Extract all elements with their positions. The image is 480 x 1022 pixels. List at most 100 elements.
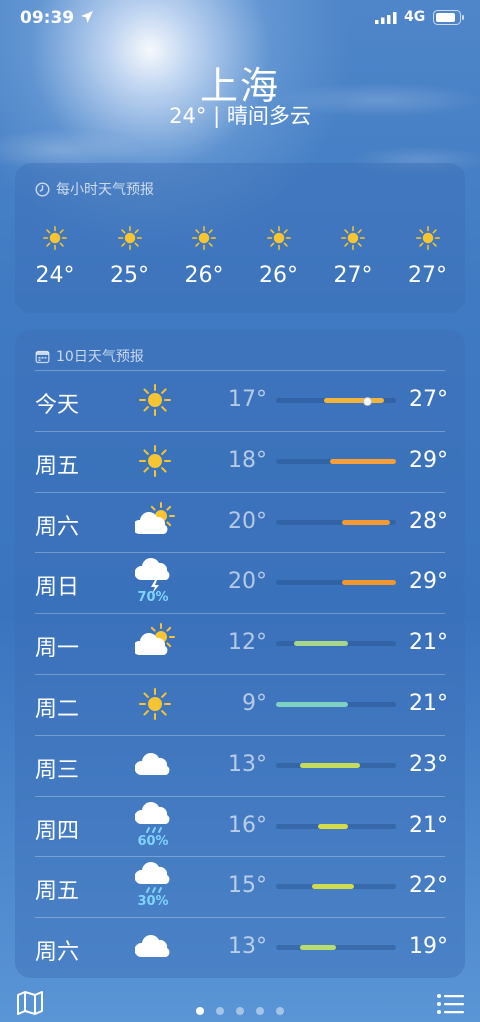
city-list-icon[interactable] [436, 992, 464, 1016]
partly-cloudy-icon [132, 623, 175, 663]
low-temp: 16° [228, 812, 267, 838]
low-temp: 13° [228, 934, 267, 960]
page-dot[interactable] [276, 1007, 284, 1015]
day-name: 周日 [35, 575, 80, 601]
temp-range-fill [342, 580, 396, 586]
row-divider [35, 674, 445, 675]
hourly-temp: 26° [259, 263, 298, 288]
day-name: 周六 [35, 940, 80, 966]
cellular-signal-icon [375, 12, 397, 24]
hourly-forecast-card[interactable]: 每小时天气预报 24° 25° 26° 26° 27° 27° [15, 163, 465, 313]
temp-range-fill [312, 884, 354, 890]
temp-range-bar [276, 641, 396, 647]
ten-day-forecast-card[interactable]: 10日天气预报 今天 17° 27° 周五 18° 29° 周六 20° 28° [15, 330, 465, 978]
sun-icon [189, 223, 219, 253]
day-name: 周五 [35, 453, 80, 479]
day-name: 今天 [35, 393, 80, 418]
daily-header: 10日天气预报 [35, 346, 144, 366]
low-temp: 12° [228, 630, 267, 656]
high-temp: 19° [409, 934, 448, 960]
page-dot[interactable] [196, 1007, 204, 1015]
daily-row[interactable]: 周一 12° 21° [15, 613, 465, 673]
row-divider [35, 430, 445, 432]
low-temp: 18° [228, 447, 267, 473]
status-time: 09:39 [20, 8, 75, 28]
daily-row[interactable]: 周五 18° 29° [15, 430, 465, 491]
low-temp: 13° [228, 751, 267, 777]
daily-row[interactable]: 周日 70% 20° 29° [15, 552, 465, 612]
temp-range-bar [276, 945, 396, 951]
daily-row[interactable]: 周四 60% 16° 21° [15, 795, 465, 856]
hourly-temp: 24° [35, 263, 75, 288]
low-temp: 20° [228, 569, 267, 595]
daily-row[interactable]: 周五 30% 15° 22° [15, 856, 465, 916]
hourly-item: 26° [174, 203, 234, 288]
high-temp: 21° [409, 812, 448, 838]
daily-header-label: 10日天气预报 [56, 349, 144, 365]
hourly-temp: 25° [110, 263, 149, 288]
temp-range-bar [276, 397, 396, 406]
low-temp: 20° [228, 508, 267, 534]
temp-range-fill [342, 519, 390, 525]
row-divider [35, 734, 445, 736]
bottom-toolbar [0, 980, 480, 1022]
sun-icon [40, 223, 70, 253]
current-summary: 24° | 晴间多云 [169, 104, 311, 128]
cloud-icon [134, 745, 175, 785]
daily-row[interactable]: 周三 13° 23° [15, 734, 465, 795]
page-dot[interactable] [216, 1007, 224, 1015]
day-name: 周一 [35, 636, 80, 662]
high-temp: 21° [409, 691, 448, 716]
daily-row[interactable]: 周六 20° 28° [15, 491, 465, 552]
row-divider [35, 370, 445, 371]
sun-icon [135, 380, 175, 420]
battery-icon [433, 10, 464, 25]
day-name: 周五 [35, 879, 80, 905]
sun-icon [413, 223, 443, 253]
sun-icon [264, 223, 294, 253]
temp-range-bar [276, 884, 396, 890]
temp-range-bar [276, 823, 396, 829]
calendar-icon [35, 350, 50, 363]
daily-row[interactable]: 周六 13° 19° [15, 917, 465, 977]
temp-range-bar [276, 458, 396, 464]
page-dot[interactable] [236, 1007, 244, 1015]
low-temp: 17° [228, 387, 267, 412]
precip-chance: 60% [137, 833, 169, 849]
low-temp: 9° [242, 691, 267, 716]
hourly-temp: 27° [333, 263, 373, 288]
cloud-icon [134, 927, 175, 967]
day-name: 周六 [35, 514, 80, 540]
temp-range-fill [324, 398, 384, 403]
daily-row[interactable]: 周二 9° 21° [15, 674, 465, 734]
hourly-header-label: 每小时天气预报 [56, 182, 154, 198]
row-divider [35, 613, 445, 615]
precip-chance: 30% [137, 894, 169, 910]
clock-icon [35, 181, 50, 197]
temp-range-bar [276, 702, 396, 707]
page-dot[interactable] [256, 1007, 264, 1015]
hourly-item: 25° [100, 203, 160, 288]
row-divider [35, 552, 445, 554]
temp-range-fill [276, 702, 348, 707]
sun-icon [135, 684, 175, 724]
day-name: 周二 [35, 697, 80, 722]
daily-row[interactable]: 今天 17° 27° [15, 370, 465, 430]
high-temp: 27° [409, 387, 448, 412]
row-divider [35, 856, 445, 858]
temp-range-bar [276, 519, 396, 525]
high-temp: 21° [409, 630, 448, 656]
high-temp: 29° [409, 447, 448, 473]
current-temp-marker [362, 397, 372, 406]
high-temp: 28° [409, 508, 448, 534]
hourly-item: 24° [25, 203, 85, 288]
temp-range-fill [318, 823, 348, 829]
temp-range-fill [330, 458, 396, 464]
page-indicator[interactable] [0, 1000, 480, 1019]
partly-cloudy-icon [132, 501, 175, 542]
precip-chance: 70% [137, 590, 169, 606]
row-divider [35, 917, 445, 919]
status-bar: 09:39 4G [0, 0, 480, 36]
temp-range-bar [276, 580, 396, 586]
hourly-temp: 26° [184, 263, 224, 288]
